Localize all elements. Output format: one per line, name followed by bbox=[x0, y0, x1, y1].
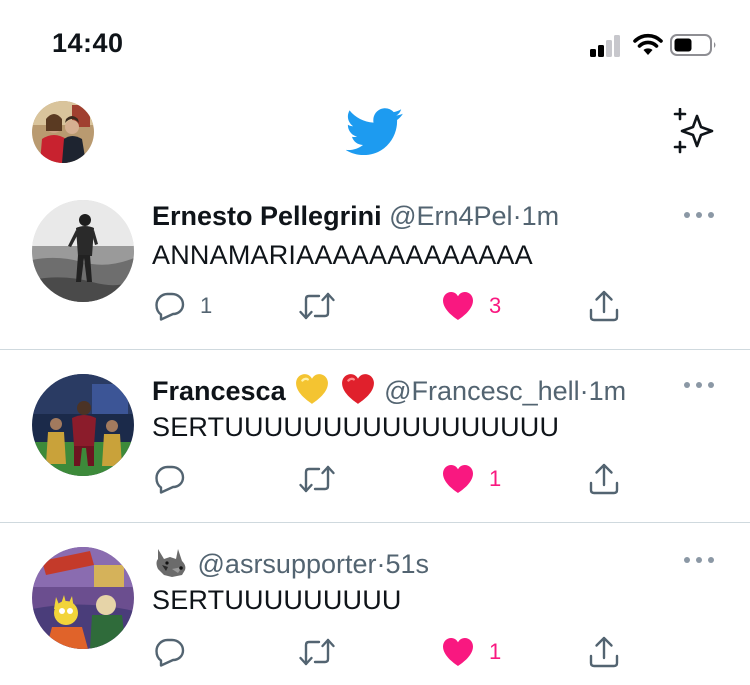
more-options-button[interactable] bbox=[682, 555, 716, 565]
handle[interactable]: @asrsupporter bbox=[198, 549, 377, 579]
reply-button[interactable] bbox=[154, 459, 200, 499]
heart-icon bbox=[443, 292, 473, 320]
retweet-button[interactable] bbox=[298, 459, 336, 499]
tweet-actions: 1 bbox=[0, 459, 750, 499]
like-button[interactable]: 1 bbox=[441, 632, 501, 672]
retweet-icon bbox=[299, 638, 335, 666]
tweet-text: SERTUUUUUUUUU bbox=[152, 585, 402, 615]
tweet-text: SERTUUUUUUUUUUUUUUUUU bbox=[152, 412, 560, 442]
timestamp[interactable]: 1m bbox=[522, 201, 560, 231]
profile-avatar[interactable] bbox=[32, 101, 94, 163]
reply-icon bbox=[155, 292, 185, 321]
display-name[interactable]: Francesca bbox=[152, 376, 286, 406]
separator: · bbox=[579, 376, 589, 406]
retweet-button[interactable] bbox=[298, 632, 336, 672]
tweet-actions: 1 3 bbox=[0, 286, 750, 326]
timestamp[interactable]: 1m bbox=[589, 376, 627, 406]
red-heart-emoji bbox=[341, 374, 374, 404]
reply-count: 1 bbox=[200, 293, 213, 318]
like-count: 1 bbox=[489, 639, 502, 664]
retweet-icon bbox=[299, 292, 335, 320]
twitter-logo-icon[interactable] bbox=[346, 108, 404, 156]
heart-icon bbox=[443, 465, 473, 493]
status-bar: 14:40 bbox=[0, 0, 750, 90]
tweet[interactable]: Ernesto Pellegrini @Ern4Pel·1m ANNAMARIA… bbox=[0, 180, 750, 349]
tweet-actions: 1 bbox=[0, 632, 750, 672]
handle[interactable]: @Ern4Pel bbox=[389, 201, 512, 231]
like-count: 1 bbox=[489, 466, 502, 491]
retweet-icon bbox=[299, 465, 335, 493]
tweet[interactable]: @asrsupporter·51s SERTUUUUUUUUU 1 bbox=[0, 523, 750, 685]
wifi-icon bbox=[633, 33, 663, 55]
reply-button[interactable] bbox=[154, 632, 200, 672]
handle[interactable]: @Francesc_hell bbox=[384, 376, 580, 406]
reply-icon bbox=[155, 638, 185, 667]
wolf-emoji bbox=[156, 549, 186, 577]
share-button[interactable] bbox=[588, 632, 620, 672]
share-button[interactable] bbox=[588, 286, 620, 326]
signal-icon bbox=[590, 33, 628, 57]
status-time: 14:40 bbox=[52, 28, 124, 58]
battery-icon bbox=[670, 34, 716, 56]
share-button[interactable] bbox=[588, 459, 620, 499]
tweet-header: Francesca @Francesc_hell·1m bbox=[152, 372, 626, 407]
display-name[interactable]: Ernesto Pellegrini bbox=[152, 201, 382, 231]
share-icon bbox=[589, 636, 619, 668]
share-icon bbox=[589, 290, 619, 322]
separator: · bbox=[512, 201, 522, 231]
more-options-button[interactable] bbox=[682, 380, 716, 390]
heart-icon bbox=[443, 638, 473, 666]
share-icon bbox=[589, 463, 619, 495]
tweet[interactable]: Francesca @Francesc_hell·1m SERTUUUUUUUU… bbox=[0, 350, 750, 522]
yellow-heart-emoji bbox=[296, 374, 329, 404]
tweet-header: @asrsupporter·51s bbox=[152, 545, 429, 580]
reply-button[interactable]: 1 bbox=[154, 286, 212, 326]
timeline-header bbox=[0, 90, 750, 180]
tweet-text: ANNAMARIAAAAAAAAAAAAA bbox=[152, 240, 533, 270]
reply-icon bbox=[155, 465, 185, 494]
tweet-header: Ernesto Pellegrini @Ern4Pel·1m bbox=[152, 201, 559, 232]
like-button[interactable]: 3 bbox=[441, 286, 501, 326]
like-count: 3 bbox=[489, 293, 502, 318]
separator: · bbox=[376, 549, 386, 579]
sparkle-icon[interactable] bbox=[668, 108, 720, 160]
retweet-button[interactable] bbox=[298, 286, 336, 326]
like-button[interactable]: 1 bbox=[441, 459, 501, 499]
timestamp[interactable]: 51s bbox=[386, 549, 430, 579]
more-options-button[interactable] bbox=[682, 210, 716, 220]
